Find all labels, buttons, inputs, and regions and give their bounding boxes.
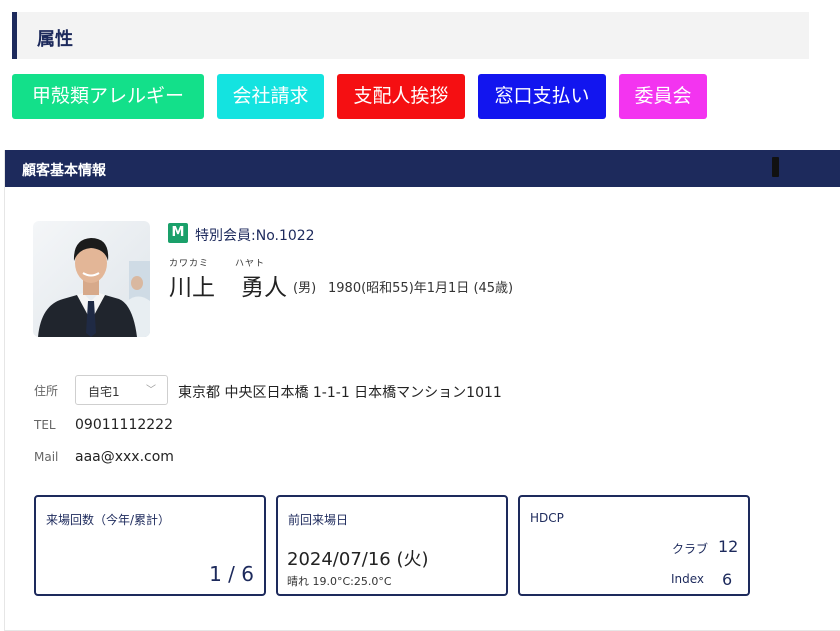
tag-committee[interactable]: 委員会 — [619, 74, 707, 119]
last-visit-date: 2024/07/16 (火) — [287, 549, 429, 570]
customer-info-title: 顧客基本情報 — [22, 163, 106, 179]
mail-label: Mail — [34, 450, 59, 464]
address-label: 住所 — [34, 384, 59, 398]
gender: (男) — [293, 281, 317, 296]
family-name: 川上 — [169, 275, 215, 301]
customer-info-card: 顧客基本情報 M 特別会員:No.1022 カワカミ ハヤト 川上 勇人 (男)… — [4, 150, 840, 631]
tag-counter-payment[interactable]: 窓口支払い — [478, 74, 606, 119]
hdcp-title: HDCP — [530, 511, 564, 525]
club-label: クラブ — [672, 542, 709, 556]
visits-value: 1 / 6 — [209, 562, 254, 586]
member-badge: M — [168, 223, 188, 243]
birth-date: 1980(昭和55)年1月1日 (45歳) — [328, 281, 514, 296]
tel-label: TEL — [34, 418, 56, 432]
index-value: 6 — [722, 570, 733, 589]
last-visit-box: 前回来場日 2024/07/16 (火) 晴れ 19.0°C:25.0°C — [276, 495, 508, 596]
hdcp-box: HDCP クラブ 12 Index 6 — [518, 495, 750, 596]
club-value: 12 — [718, 537, 739, 556]
tel-value: 09011112222 — [75, 417, 173, 433]
address-type-select[interactable]: 自宅1 ﹀ — [75, 375, 168, 405]
member-number: 特別会員:No.1022 — [195, 228, 315, 244]
tag-shellfish-allergy[interactable]: 甲殻類アレルギー — [12, 74, 204, 119]
attributes-header: 属性 — [12, 12, 809, 59]
address-type-value: 自宅1 — [88, 385, 120, 399]
visits-title: 来場回数（今年/累計） — [46, 513, 171, 527]
last-visit-title: 前回来場日 — [288, 513, 349, 527]
index-label: Index — [671, 572, 705, 586]
chevron-down-icon: ﹀ — [146, 385, 156, 396]
tag-company-billing[interactable]: 会社請求 — [217, 74, 324, 119]
drag-handle-icon[interactable] — [772, 157, 779, 177]
last-visit-weather: 晴れ 19.0°C:25.0°C — [287, 575, 392, 588]
tag-manager-greeting[interactable]: 支配人挨拶 — [337, 74, 465, 119]
mail-value: aaa@xxx.com — [75, 449, 174, 465]
customer-info-header: 顧客基本情報 — [5, 150, 840, 187]
address-value: 東京都 中央区日本橋 1-1-1 日本橋マンション1011 — [178, 385, 502, 401]
visits-box: 来場回数（今年/累計） 1 / 6 — [34, 495, 266, 596]
customer-photo — [33, 221, 150, 337]
given-name: 勇人 — [241, 275, 287, 301]
attributes-title: 属性 — [37, 29, 73, 50]
